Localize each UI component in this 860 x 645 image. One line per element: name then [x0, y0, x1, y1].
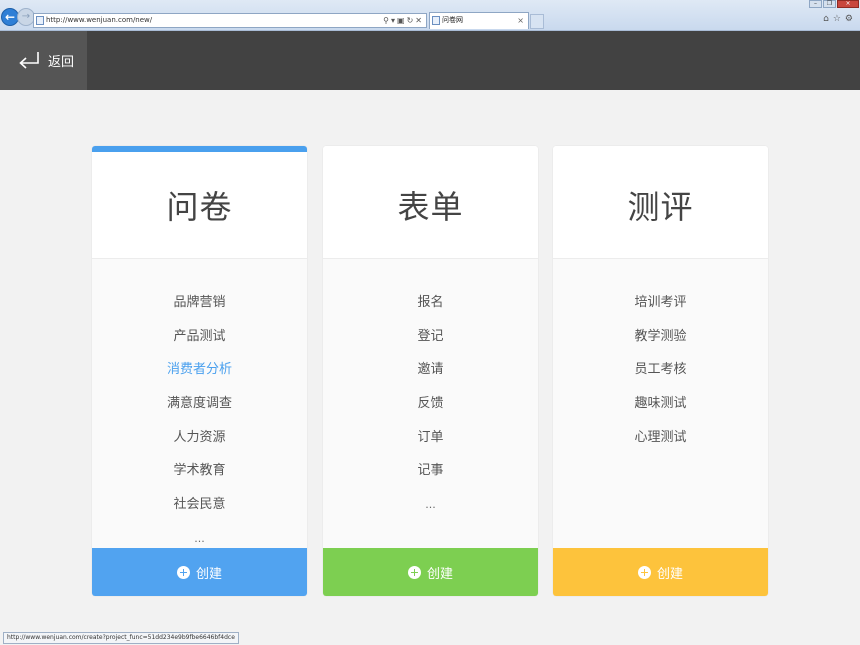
card-category-list: 报名 登记 邀请 反馈 订单 记事 ... [323, 259, 538, 522]
create-label: 创建 [195, 566, 222, 582]
card-title: 表单 [397, 188, 464, 226]
card-category-list: 培训考评 教学测验 员工考核 趣味测试 心理测试 [553, 259, 768, 454]
list-item[interactable]: 趣味测试 [553, 387, 768, 421]
return-arrow-icon [17, 50, 41, 72]
tab-close-icon[interactable]: × [517, 13, 524, 28]
list-item[interactable]: 品牌营销 [92, 286, 307, 320]
list-item[interactable]: 人力资源 [92, 421, 307, 455]
window-controls: – ❐ × [809, 0, 859, 8]
page-icon [36, 16, 44, 25]
create-survey-button[interactable]: 创建 [92, 548, 307, 596]
card-category-list: 品牌营销 产品测试 消费者分析 满意度调查 人力资源 学术教育 社会民意 ... [92, 259, 307, 556]
card-assessment: 测评 培训考评 教学测验 员工考核 趣味测试 心理测试 创建 [553, 146, 768, 596]
browser-tab[interactable]: 问卷网 × [429, 12, 529, 29]
browser-chrome: ← → http://www.wenjuan.com/new/ ⚲▾▣↻✕ 问卷… [0, 0, 860, 31]
address-url: http://www.wenjuan.com/new/ [46, 16, 153, 24]
card-header[interactable]: 问卷 [92, 152, 307, 259]
plus-circle-icon [637, 565, 651, 579]
list-item[interactable]: 社会民意 [92, 488, 307, 522]
back-button[interactable]: 返回 [0, 31, 87, 90]
list-item[interactable]: 记事 [323, 454, 538, 488]
list-item[interactable]: 学术教育 [92, 454, 307, 488]
close-icon[interactable]: × [837, 0, 859, 8]
minimize-icon[interactable]: – [809, 0, 822, 8]
plus-circle-icon [176, 565, 190, 579]
home-icon[interactable]: ⌂ [823, 14, 833, 24]
back-label: 返回 [48, 55, 75, 70]
new-tab-button[interactable] [530, 14, 544, 29]
list-item[interactable]: 反馈 [323, 387, 538, 421]
card-header[interactable]: 测评 [553, 152, 768, 259]
list-item[interactable]: 订单 [323, 421, 538, 455]
list-item[interactable]: 心理测试 [553, 421, 768, 455]
card-title: 问卷 [166, 188, 233, 226]
status-bar-url: http://www.wenjuan.com/create?project_fu… [3, 632, 239, 644]
plus-circle-icon [407, 565, 421, 579]
restore-icon[interactable]: ❐ [823, 0, 836, 8]
gear-icon[interactable]: ⚙ [845, 14, 857, 24]
list-item[interactable]: 产品测试 [92, 320, 307, 354]
list-item[interactable]: 满意度调查 [92, 387, 307, 421]
list-item[interactable]: 登记 [323, 320, 538, 354]
list-item[interactable]: 邀请 [323, 353, 538, 387]
address-tools-icon[interactable]: ⚲▾▣↻✕ [383, 14, 424, 27]
list-item[interactable]: 报名 [323, 286, 538, 320]
app-header: 返回 [0, 31, 860, 90]
card-survey: 问卷 品牌营销 产品测试 消费者分析 满意度调查 人力资源 学术教育 社会民意 … [92, 146, 307, 596]
list-item[interactable]: 教学测验 [553, 320, 768, 354]
card-header[interactable]: 表单 [323, 152, 538, 259]
create-form-button[interactable]: 创建 [323, 548, 538, 596]
address-bar[interactable]: http://www.wenjuan.com/new/ ⚲▾▣↻✕ [33, 13, 427, 28]
browser-tools: ⌂☆⚙ [823, 14, 857, 24]
tab-title: 问卷网 [442, 16, 463, 24]
list-item-more: ... [425, 498, 436, 512]
create-label: 创建 [656, 566, 683, 582]
create-assessment-button[interactable]: 创建 [553, 548, 768, 596]
favorites-star-icon[interactable]: ☆ [833, 14, 845, 24]
card-title: 测评 [627, 188, 694, 226]
list-item[interactable]: 员工考核 [553, 353, 768, 387]
tab-page-icon [432, 16, 440, 25]
list-item[interactable]: 培训考评 [553, 286, 768, 320]
list-item-active[interactable]: 消费者分析 [92, 353, 307, 387]
card-form: 表单 报名 登记 邀请 反馈 订单 记事 ... 创建 [323, 146, 538, 596]
create-label: 创建 [426, 566, 453, 582]
